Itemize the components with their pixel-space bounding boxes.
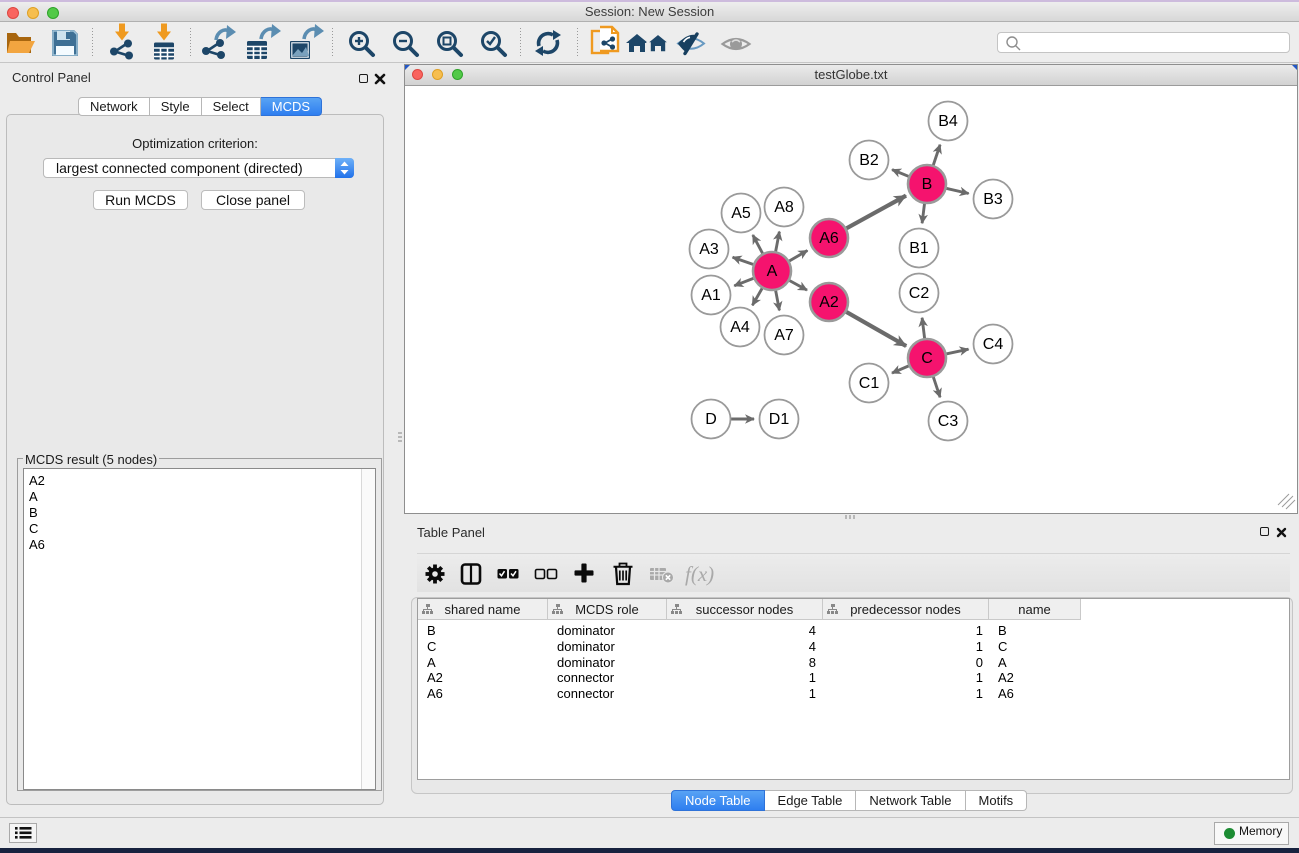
svg-text:A8: A8 [774,199,794,216]
svg-text:A7: A7 [774,327,794,344]
svg-text:C3: C3 [938,413,959,430]
svg-text:A: A [767,263,778,280]
svg-text:D: D [705,411,717,428]
svg-text:A4: A4 [730,319,750,336]
svg-text:B1: B1 [909,240,929,257]
svg-text:B4: B4 [938,113,958,130]
svg-text:B: B [922,176,933,193]
svg-text:A1: A1 [701,287,721,304]
svg-text:A6: A6 [819,230,839,247]
svg-text:C1: C1 [859,375,880,392]
svg-text:B2: B2 [859,152,879,169]
svg-text:A3: A3 [699,241,719,258]
svg-text:f(x): f(x) [685,562,714,586]
svg-text:B3: B3 [983,191,1003,208]
svg-text:A2: A2 [819,294,839,311]
svg-text:A5: A5 [731,205,751,222]
svg-text:C4: C4 [983,336,1004,353]
svg-text:D1: D1 [769,411,790,428]
svg-text:C2: C2 [909,285,930,302]
svg-text:C: C [921,350,933,367]
